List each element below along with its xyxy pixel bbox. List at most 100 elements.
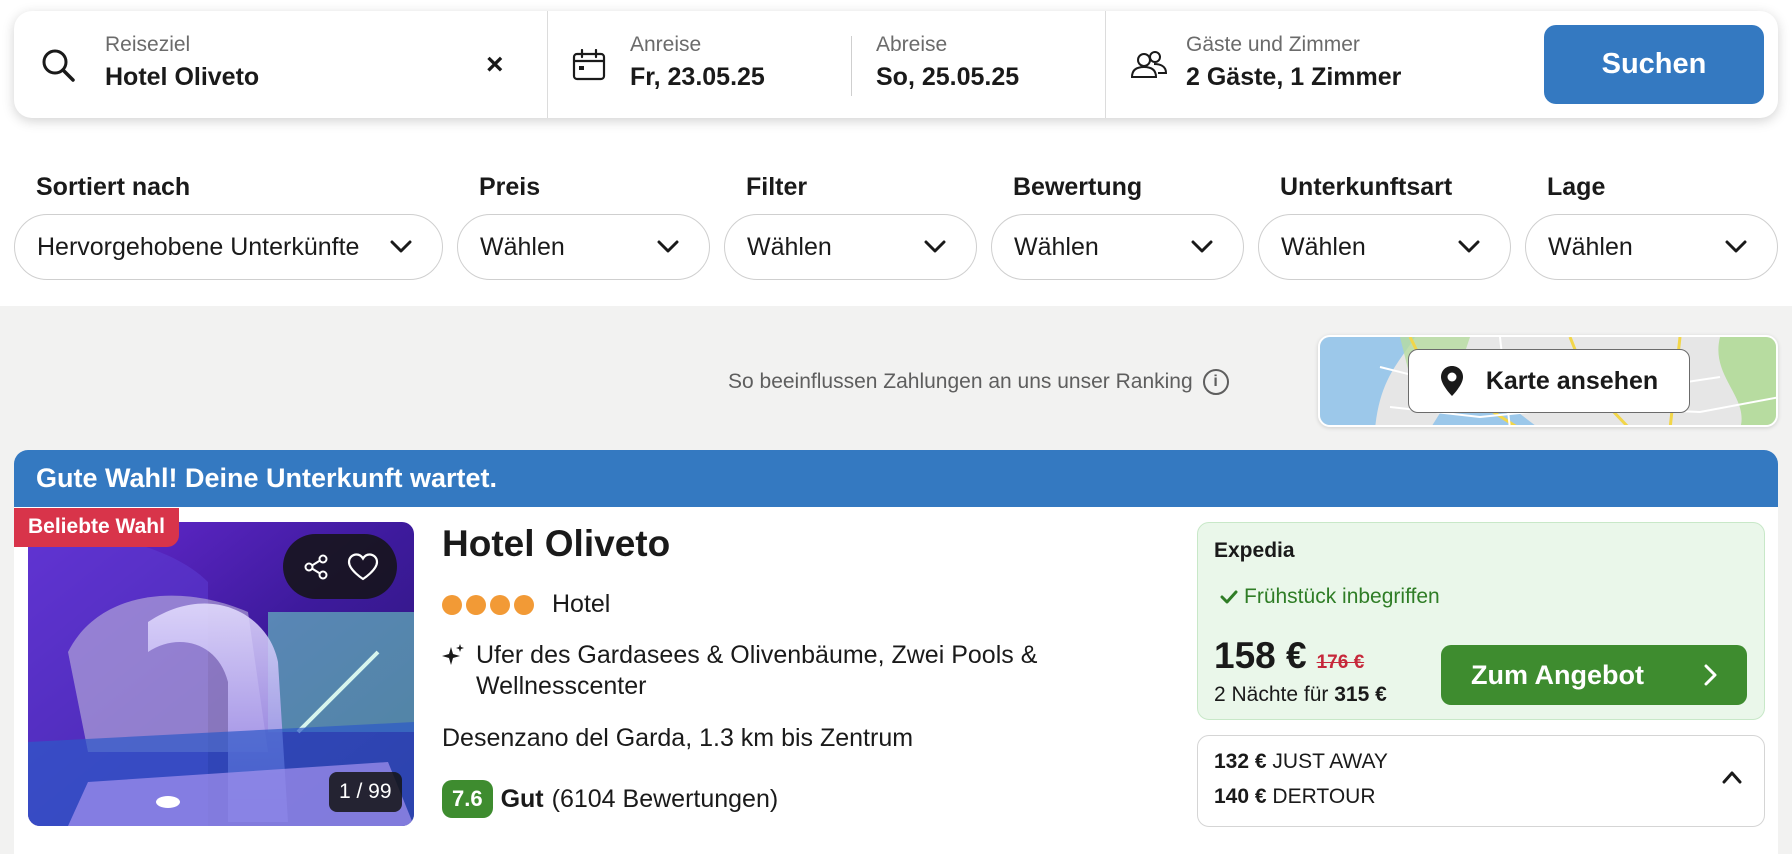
rating-score: 7.6 [442,780,493,818]
clear-icon[interactable]: × [486,48,504,82]
alt-offer-provider: JUST AWAY [1272,750,1388,773]
filter-select[interactable]: Wählen [724,214,977,280]
checkout-field[interactable]: Abreise So, 25.05.25 [876,33,1019,92]
chevron-down-icon [1458,240,1480,253]
search-icon [42,49,75,82]
destination-label: Reiseziel [105,33,191,56]
price-total-value: 315 € [1334,683,1387,706]
chevron-down-icon [390,240,412,253]
guests-icon [1130,50,1168,78]
filter-price: Preis Wählen [457,173,710,280]
filter-filter: Filter Wählen [724,173,977,280]
location-select[interactable]: Wählen [1525,214,1778,280]
hotel-stars: Hotel [442,590,610,619]
check-icon [1220,590,1238,604]
filter-property-type: Unterkunftsart Wählen [1258,173,1511,280]
rating-select[interactable]: Wählen [991,214,1244,280]
hotel-result-card: Gute Wahl! Deine Unterkunft wartet. Beli… [14,450,1778,854]
sparkle-icon [442,644,464,665]
top-area: Reiseziel Hotel Oliveto × Anreise Fr, 23… [0,0,1792,306]
filter-sort: Sortiert nach Hervorgehobene Unterkünfte [14,173,443,280]
search-button[interactable]: Suchen [1544,25,1764,104]
rating-count: (6104 Bewertungen) [551,784,779,813]
offer-perk: Frühstück inbegriffen [1220,585,1440,609]
popular-badge: Beliebte Wahl [14,508,179,547]
guests-label: Gäste und Zimmer [1186,33,1360,56]
filter-value: Wählen [480,232,565,261]
share-icon[interactable] [302,553,330,581]
guests-field[interactable]: Gäste und Zimmer 2 Gäste, 1 Zimmer Suche… [1106,11,1778,118]
map-preview[interactable]: Karte ansehen [1318,335,1778,427]
star-icon [514,594,534,615]
filter-label: Preis [479,173,541,201]
destination-value[interactable]: Hotel Oliveto [105,63,259,92]
filter-rating: Bewertung Wählen [991,173,1244,280]
view-deal-label: Zum Angebot [1471,659,1644,690]
view-map-button[interactable]: Karte ansehen [1408,349,1690,413]
chevron-down-icon [1725,240,1747,253]
chevron-down-icon [657,240,679,253]
search-bar: Reiseziel Hotel Oliveto × Anreise Fr, 23… [14,11,1778,118]
hotel-name[interactable]: Hotel Oliveto [442,523,670,565]
calendar-icon [572,48,606,80]
hotel-rating[interactable]: 7.6 Gut (6104 Bewertungen) [442,780,778,818]
card-banner: Gute Wahl! Deine Unterkunft wartet. [14,450,1778,507]
offer-provider: Expedia [1214,539,1295,562]
rating-word: Gut [500,784,544,813]
filter-value: Wählen [1281,232,1366,261]
chevron-right-icon [1704,664,1717,686]
ranking-info-text: So beeinflussen Zahlungen an uns unser R… [728,370,1193,393]
highlight-text: Ufer des Gardasees & Olivenbäume, Zwei P… [476,641,1038,700]
filter-value: Hervorgehobene Unterkünfte [37,232,360,261]
sort-select[interactable]: Hervorgehobene Unterkünfte [14,214,443,280]
destination-field[interactable]: Reiseziel Hotel Oliveto × [14,11,548,118]
more-offers[interactable]: 132 € JUST AWAY 140 € DERTOUR [1197,735,1765,827]
price-now: 158 € [1214,635,1307,676]
guests-value[interactable]: 2 Gäste, 1 Zimmer [1186,63,1401,92]
filter-label: Unterkunftsart [1280,173,1453,201]
alt-offer-provider: DERTOUR [1272,785,1376,808]
ranking-info-link[interactable]: So beeinflussen Zahlungen an uns unser R… [728,369,1229,395]
offer-perk-text: Frühstück inbegriffen [1244,585,1440,608]
chevron-down-icon [1191,240,1213,253]
filter-label: Filter [746,173,808,201]
alt-offer-price: 132 € [1214,750,1267,773]
hotel-type: Hotel [552,590,611,618]
checkout-label: Abreise [876,33,948,56]
star-icon [490,594,510,615]
checkin-value[interactable]: Fr, 23.05.25 [630,63,765,92]
filter-value: Wählen [1014,232,1099,261]
offer-price: 158 € 176 € [1214,635,1364,677]
heart-icon[interactable] [347,552,379,581]
dates-field: Anreise Fr, 23.05.25 Abreise So, 25.05.2… [548,11,1106,118]
view-map-label: Karte ansehen [1485,366,1659,395]
filter-value: Wählen [747,232,832,261]
hotel-highlight: Ufer des Gardasees & Olivenbäume, Zwei P… [442,640,1082,702]
star-icon [466,594,486,615]
chevron-up-icon[interactable] [1722,770,1742,784]
hotel-location: Desenzano del Garda, 1.3 km bis Zentrum [442,724,914,752]
view-deal-button[interactable]: Zum Angebot [1441,645,1747,705]
hotel-photo[interactable]: 1 / 99 [28,522,414,826]
star-icon [442,594,462,615]
photo-actions [283,534,397,599]
checkout-value[interactable]: So, 25.05.25 [876,63,1019,92]
price-select[interactable]: Wählen [457,214,710,280]
alt-offer[interactable]: 140 € DERTOUR [1214,785,1375,809]
filter-value: Wählen [1548,232,1633,261]
alt-offer[interactable]: 132 € JUST AWAY [1214,750,1388,774]
filter-label: Sortiert nach [36,173,191,201]
chevron-down-icon [924,240,946,253]
main-offer[interactable]: Expedia Frühstück inbegriffen 158 € 176 … [1197,522,1765,720]
map-pin-icon [1440,366,1463,396]
price-total: 2 Nächte für 315 € [1214,683,1387,707]
checkin-field[interactable]: Anreise Fr, 23.05.25 [630,33,765,92]
checkin-label: Anreise [630,33,702,56]
property-type-select[interactable]: Wählen [1258,214,1511,280]
date-divider [851,36,852,96]
price-total-prefix: 2 Nächte für [1214,683,1329,706]
info-icon: i [1202,369,1229,395]
filter-label: Bewertung [1013,173,1143,201]
price-old: 176 € [1316,652,1365,673]
filter-label: Lage [1547,173,1606,201]
